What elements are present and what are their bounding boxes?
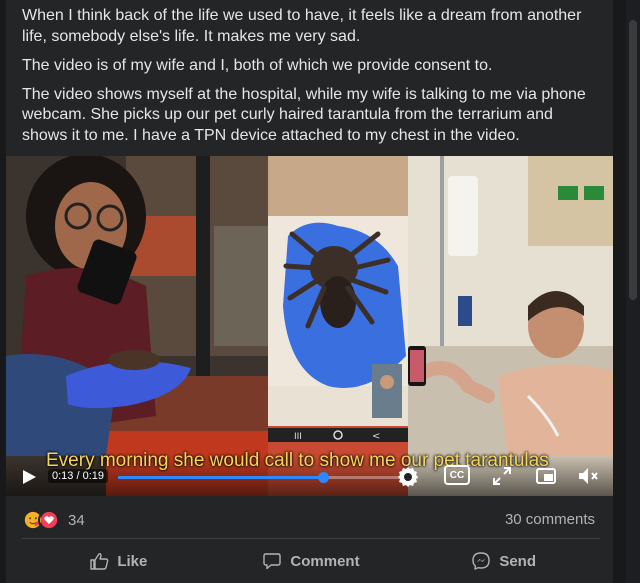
send-label: Send <box>499 552 537 570</box>
video-controls-bar: Every morning she would call to show me … <box>6 450 613 496</box>
video-scene-hospital <box>408 156 613 496</box>
svg-text:<: < <box>372 431 380 442</box>
comments-count-link[interactable]: 30 comments <box>505 511 595 528</box>
send-button[interactable]: Send <box>407 542 600 580</box>
reactions-summary[interactable]: 34 <box>22 508 85 532</box>
messenger-icon <box>472 552 491 570</box>
page-scrollbar-track[interactable] <box>626 0 640 583</box>
video-frame-wife-panel <box>6 156 268 496</box>
love-reaction-icon <box>38 509 60 531</box>
post-paragraph: The video shows myself at the hospital, … <box>22 85 586 144</box>
video-player[interactable]: III < Every morning she would call to sh… <box>6 156 613 496</box>
page-scrollbar-thumb[interactable] <box>629 20 637 300</box>
video-frame-hospital-panel <box>408 156 613 496</box>
comment-bubble-icon <box>263 553 282 570</box>
post-paragraph: The video is of my wife and I, both of w… <box>22 56 493 74</box>
closed-captions-label: CC <box>449 469 465 481</box>
play-icon[interactable] <box>20 468 38 486</box>
comment-label: Comment <box>290 552 360 570</box>
video-progress-knob[interactable] <box>318 472 329 483</box>
post-actions-bar: Like Comment Send <box>22 542 600 580</box>
comment-button[interactable]: Comment <box>215 542 408 580</box>
expand-icon[interactable] <box>490 464 514 488</box>
like-label: Like <box>117 552 148 570</box>
gear-icon[interactable] <box>396 464 420 488</box>
post-paragraph: When I think back of the life we used to… <box>22 7 582 45</box>
video-frame-phone-panel: III < <box>268 156 408 496</box>
video-progress-fill <box>118 476 323 479</box>
post-body: When I think back of the life we used to… <box>22 6 602 155</box>
picture-in-picture-icon[interactable] <box>534 464 558 488</box>
closed-captions-icon[interactable]: CC <box>444 465 470 485</box>
thumbs-up-icon <box>90 553 109 570</box>
volume-icon[interactable] <box>576 464 600 488</box>
video-progress-bar[interactable] <box>118 472 418 483</box>
actions-divider <box>22 538 600 539</box>
video-scene-wife <box>6 156 268 496</box>
svg-text:III: III <box>294 432 302 442</box>
post-card: When I think back of the life we used to… <box>6 0 613 583</box>
like-button[interactable]: Like <box>22 542 215 580</box>
video-scene-tarantula: III < <box>268 156 408 496</box>
video-timestamp: 0:13 / 0:19 <box>48 469 108 483</box>
reaction-count[interactable]: 34 <box>68 512 85 529</box>
